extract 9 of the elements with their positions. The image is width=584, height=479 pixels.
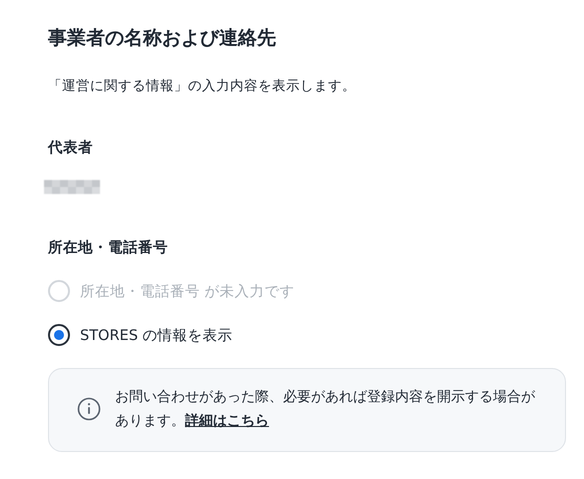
radio-button[interactable] xyxy=(48,324,70,346)
field-label: 代表者 xyxy=(48,138,94,158)
description-text: 「運営に関する情報」の入力内容を表示します。 xyxy=(48,77,357,96)
details-link[interactable]: 詳細はこちら xyxy=(185,413,269,429)
field-label: 所在地・電話番号 xyxy=(48,238,169,258)
notice-text: お問い合わせがあった際、必要があれば登録内容を開示する場合があります。詳細はこちら xyxy=(115,388,536,431)
radio-option[interactable]: STORES の情報を表示 xyxy=(48,324,233,346)
section-title: 事業者の名称および連絡先 xyxy=(48,26,277,51)
info-icon xyxy=(77,397,101,421)
